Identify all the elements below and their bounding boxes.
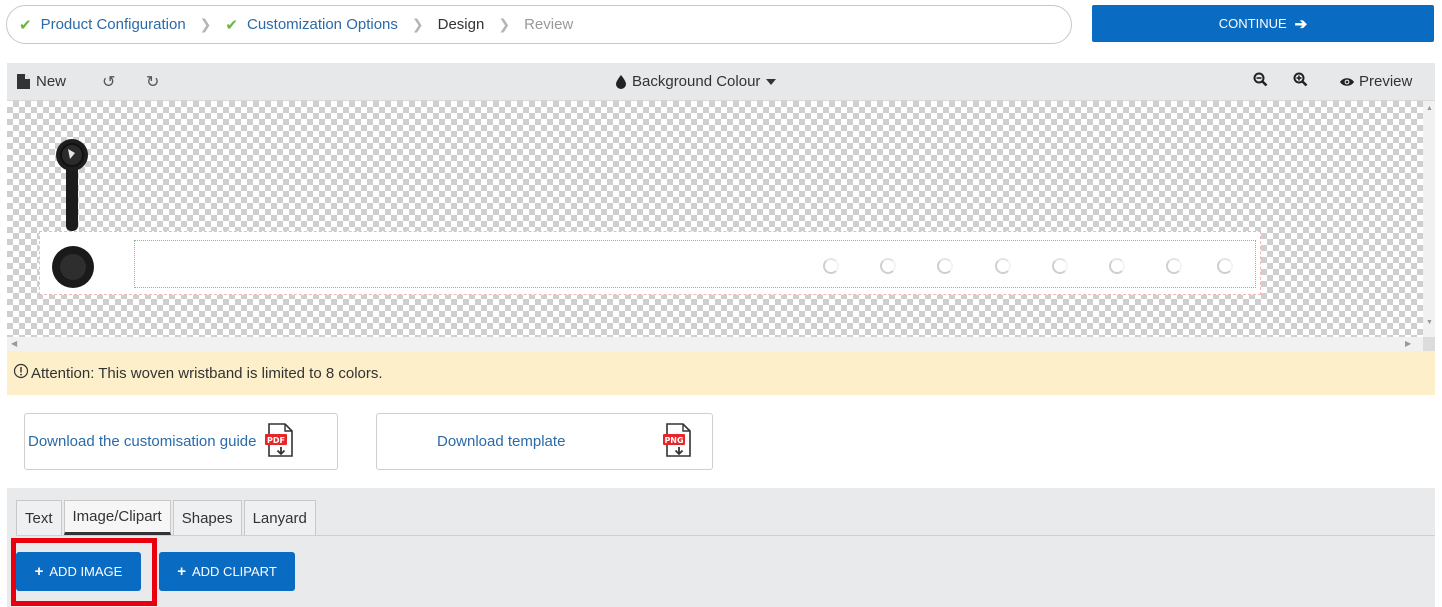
preview-button[interactable]: Preview	[1340, 73, 1412, 90]
breadcrumb-step-label: Review	[524, 16, 574, 33]
new-button[interactable]: New	[17, 73, 66, 90]
add-image-label: ADD IMAGE	[49, 564, 123, 579]
breadcrumb-step-design: Design	[438, 16, 485, 33]
png-download-icon: PNG	[662, 422, 694, 461]
arrow-right-icon: ➔	[1294, 15, 1308, 33]
continue-button[interactable]: CONTINUE ➔	[1092, 5, 1434, 42]
wristband-hole	[1166, 258, 1182, 274]
tab-lanyard[interactable]: Lanyard	[243, 500, 316, 535]
new-label: New	[36, 73, 67, 90]
tabs-divider	[16, 535, 1435, 536]
plus-icon: +	[177, 563, 186, 580]
wristband-hole	[1109, 258, 1125, 274]
designer-toolbar: New ↺ ↻ Background Colour Preview	[7, 63, 1435, 101]
zoom-out-icon[interactable]	[1253, 72, 1268, 91]
download-template-label: Download template	[437, 433, 566, 450]
breadcrumb-step-product-configuration[interactable]: ✔ Product Configuration	[19, 16, 186, 34]
wristband-hole	[880, 258, 896, 274]
chevron-right-icon: ❯	[498, 16, 511, 32]
breadcrumb-step-review: Review	[524, 16, 573, 33]
svg-text:PDF: PDF	[268, 436, 286, 445]
breadcrumb: ✔ Product Configuration ❯ ✔ Customizatio…	[6, 5, 1072, 44]
add-clipart-button[interactable]: + ADD CLIPART	[159, 552, 295, 591]
svg-text:PNG: PNG	[664, 436, 683, 445]
breadcrumb-step-label: Design	[437, 16, 485, 33]
download-template-button[interactable]: Download template PNG	[376, 413, 713, 470]
caret-down-icon	[766, 78, 777, 85]
background-colour-dropdown[interactable]: Background Colour	[616, 73, 777, 90]
breadcrumb-step-customization-options[interactable]: ✔ Customization Options	[225, 16, 397, 34]
downloads-area: Download the customisation guide PDF Dow…	[7, 395, 1435, 488]
continue-label: CONTINUE	[1218, 16, 1287, 31]
design-canvas[interactable]	[7, 101, 1423, 337]
scroll-left-icon[interactable]: ◀	[11, 339, 17, 348]
scrollbar-corner	[1423, 337, 1435, 351]
chevron-right-icon: ❯	[199, 16, 212, 32]
check-icon: ✔	[19, 16, 32, 34]
tab-text[interactable]: Text	[16, 500, 62, 535]
info-circle-icon	[13, 363, 29, 383]
wristband-band	[39, 231, 1261, 295]
add-image-button[interactable]: + ADD IMAGE	[16, 552, 141, 591]
wristband-hole	[823, 258, 839, 274]
breadcrumb-step-label: Product Configuration	[40, 16, 186, 33]
add-clipart-label: ADD CLIPART	[192, 564, 277, 579]
download-guide-label: Download the customisation guide	[28, 433, 257, 450]
top-bar: ✔ Product Configuration ❯ ✔ Customizatio…	[0, 0, 1442, 48]
canvas-horizontal-scrollbar[interactable]: ◀ ▶	[7, 337, 1435, 351]
file-icon	[17, 74, 30, 89]
breadcrumb-step-label: Customization Options	[246, 16, 398, 33]
design-tools-panel: Text Image/Clipart Shapes Lanyard + ADD …	[7, 488, 1435, 607]
scroll-right-icon[interactable]: ▶	[1405, 339, 1411, 348]
plus-icon: +	[34, 563, 44, 580]
droplet-icon	[616, 74, 626, 89]
download-guide-button[interactable]: Download the customisation guide PDF	[24, 413, 338, 470]
preview-label: Preview	[1359, 73, 1413, 90]
wristband-hole	[1052, 258, 1068, 274]
zoom-in-icon[interactable]	[1293, 72, 1308, 91]
wristband-button-image	[52, 246, 94, 288]
scroll-down-icon[interactable]: ▼	[1426, 319, 1433, 326]
wristband-hole	[937, 258, 953, 274]
design-tabs: Text Image/Clipart Shapes Lanyard	[16, 500, 318, 535]
wristband-hole	[995, 258, 1011, 274]
attention-text: Attention: This woven wristband is limit…	[31, 364, 383, 382]
wristband-print-area[interactable]	[134, 240, 1256, 288]
wristband-clasp-image	[56, 139, 88, 231]
canvas-vertical-scrollbar[interactable]: ▲ ▼	[1423, 101, 1435, 337]
background-colour-label: Background Colour	[632, 73, 761, 90]
wristband-hole	[1217, 258, 1233, 274]
redo-icon[interactable]: ↻	[146, 72, 159, 92]
scroll-up-icon[interactable]: ▲	[1426, 105, 1433, 112]
tab-shapes[interactable]: Shapes	[172, 500, 242, 535]
chevron-right-icon: ❯	[411, 16, 424, 32]
pdf-download-icon: PDF	[264, 422, 296, 461]
eye-icon	[1340, 77, 1354, 86]
attention-banner: Attention: This woven wristband is limit…	[7, 351, 1435, 395]
undo-icon[interactable]: ↺	[102, 72, 115, 92]
check-icon: ✔	[225, 16, 238, 34]
tab-image-clipart[interactable]: Image/Clipart	[63, 500, 171, 535]
